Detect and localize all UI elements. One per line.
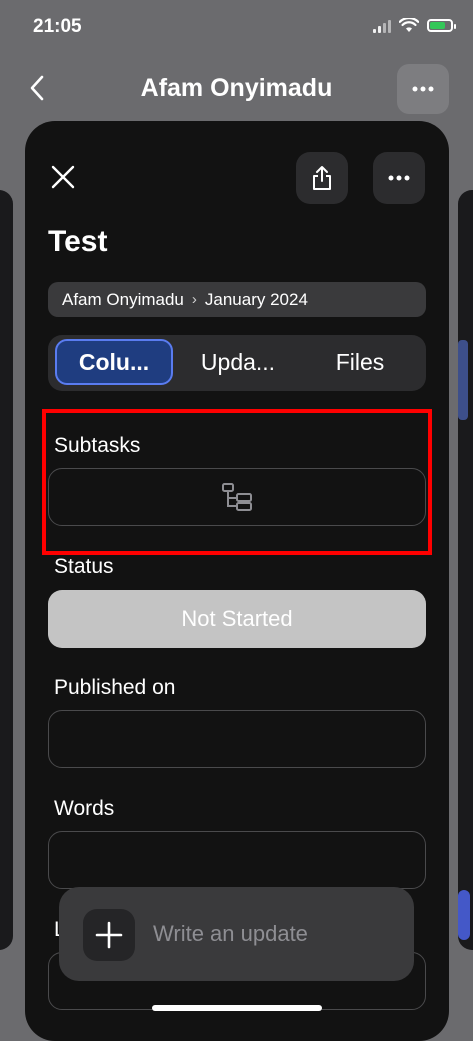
close-icon — [51, 165, 75, 189]
tab-columns[interactable]: Colu... — [55, 339, 173, 385]
published-on-field[interactable] — [48, 710, 426, 768]
item-title: Test — [48, 225, 108, 258]
battery-icon — [427, 19, 456, 32]
wifi-icon — [399, 18, 419, 32]
ellipsis-icon — [388, 175, 410, 181]
share-icon — [313, 166, 331, 190]
tab-bar: Colu... Upda... Files — [48, 335, 426, 391]
close-button[interactable] — [47, 161, 79, 193]
nav-more-button[interactable] — [397, 64, 449, 114]
words-label: Words — [54, 797, 115, 820]
ellipsis-icon — [412, 86, 434, 92]
plus-icon — [95, 921, 123, 949]
status-icons — [373, 18, 456, 33]
tab-updates[interactable]: Upda... — [188, 339, 288, 385]
update-input-placeholder[interactable]: Write an update — [153, 921, 308, 947]
breadcrumb-board[interactable]: Afam Onyimadu — [62, 290, 184, 310]
published-on-label: Published on — [54, 676, 176, 699]
item-more-button[interactable] — [373, 152, 425, 204]
status-label: Status — [54, 555, 114, 578]
words-field[interactable] — [48, 831, 426, 889]
tab-files[interactable]: Files — [310, 339, 410, 385]
status-field[interactable]: Not Started — [48, 590, 426, 648]
highlight-box — [42, 409, 432, 555]
update-composer[interactable]: Write an update — [59, 887, 414, 981]
status-bar: 21:05 — [0, 0, 473, 56]
next-card-edge — [458, 190, 473, 950]
status-time: 21:05 — [33, 16, 82, 37]
home-indicator — [152, 1005, 322, 1011]
breadcrumb[interactable]: Afam Onyimadu › January 2024 — [48, 282, 426, 317]
share-button[interactable] — [296, 152, 348, 204]
add-update-button[interactable] — [83, 909, 135, 961]
chevron-right-icon: › — [191, 291, 197, 308]
previous-card-edge — [0, 190, 13, 950]
breadcrumb-group[interactable]: January 2024 — [205, 290, 308, 310]
nav-bar: Afam Onyimadu — [0, 60, 473, 116]
item-card-sheet: Test Afam Onyimadu › January 2024 Colu..… — [25, 121, 449, 1041]
cellular-signal-icon — [373, 19, 391, 33]
